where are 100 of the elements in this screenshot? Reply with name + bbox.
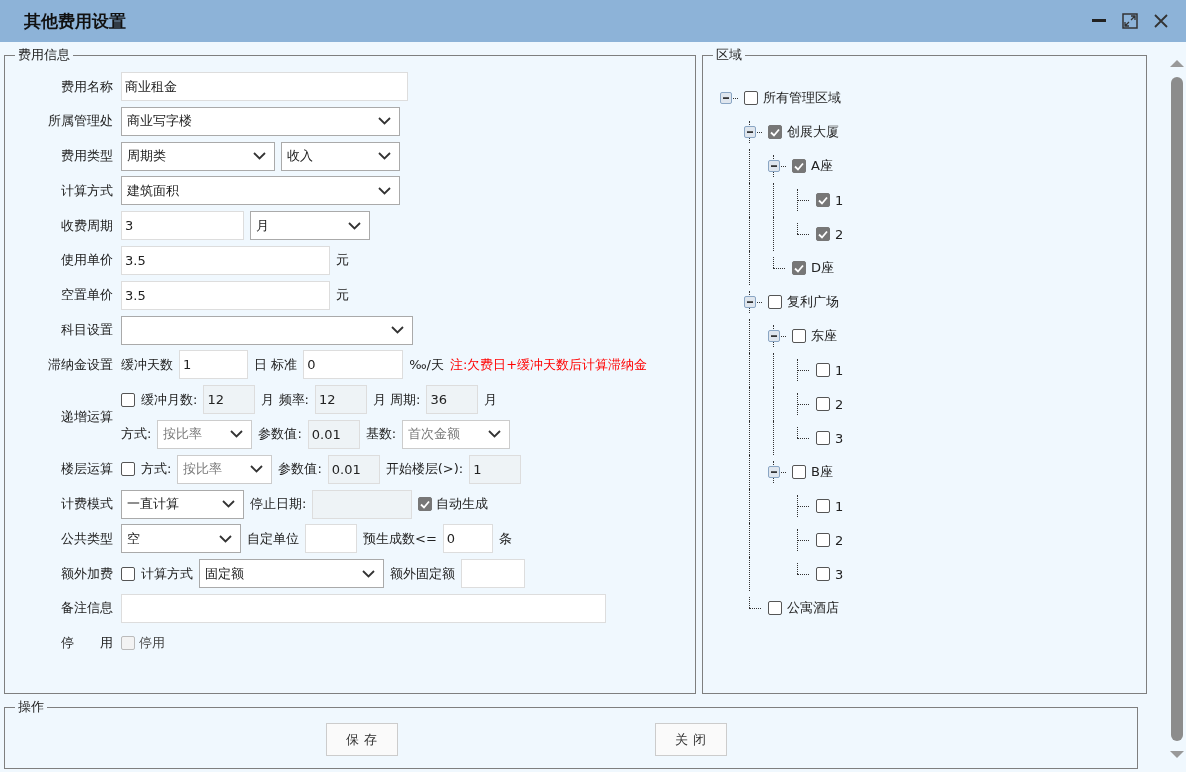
check-icon xyxy=(794,263,804,273)
chevron-down-icon xyxy=(391,326,404,335)
check-icon xyxy=(794,161,804,171)
action-button[interactable]: 保 存 xyxy=(325,723,398,756)
field-label: 备注信息 xyxy=(60,599,113,618)
input-field[interactable] xyxy=(461,559,525,589)
window-title: 其他费用设置 xyxy=(24,9,126,33)
input-field[interactable]: 3.5 xyxy=(121,280,330,310)
field-text: 条 xyxy=(498,529,512,548)
tree-item[interactable]: 2 xyxy=(816,396,844,412)
tree-item[interactable]: 1 xyxy=(816,498,844,514)
field-text: 额外固定额 xyxy=(390,564,455,583)
field-label: 停 用 xyxy=(60,634,113,653)
input-field[interactable]: 3 xyxy=(121,211,244,241)
field-label: 收费周期 xyxy=(60,216,113,235)
dropdown[interactable]: 收入 xyxy=(281,141,400,171)
tree-item[interactable]: D座 xyxy=(792,259,834,277)
scroll-down-icon[interactable] xyxy=(1170,751,1184,759)
tree-item[interactable]: 公寓酒店 xyxy=(768,599,839,617)
checkbox[interactable]: 自动生成 xyxy=(418,495,489,514)
field-text: 月 周期: xyxy=(372,390,421,409)
field-label: 滞纳金设置 xyxy=(47,355,113,374)
field-text: 开始楼层(>): xyxy=(385,460,464,479)
action-button[interactable]: 关 闭 xyxy=(654,723,727,756)
collapse-icon[interactable] xyxy=(744,296,756,308)
input-field[interactable]: 商业租金 xyxy=(121,72,408,101)
input-field[interactable] xyxy=(121,593,606,623)
dropdown[interactable]: 一直计算 xyxy=(121,489,244,519)
minimize-icon[interactable] xyxy=(1092,19,1106,23)
dropdown[interactable]: 空 xyxy=(121,524,241,554)
tree-item[interactable]: 1 xyxy=(816,362,844,378)
field-label: 计算方式 xyxy=(60,181,113,200)
field-text: 元 xyxy=(336,251,349,270)
check-icon xyxy=(818,229,828,239)
checkbox[interactable] xyxy=(121,566,135,581)
collapse-icon[interactable] xyxy=(744,126,756,138)
field-label: 公共类型 xyxy=(60,529,113,548)
input-field[interactable]: 1 xyxy=(179,350,248,380)
field-text: 停止日期: xyxy=(250,495,307,514)
maximize-icon[interactable] xyxy=(1122,13,1138,29)
field-text: 月 频率: xyxy=(261,390,309,409)
field-label: 空置单价 xyxy=(60,286,113,305)
panel-legend: 区域 xyxy=(713,47,745,63)
chevron-down-icon xyxy=(378,117,391,126)
tree-item[interactable]: 3 xyxy=(816,430,844,446)
field-text: 参数值: xyxy=(278,460,322,479)
field-text: 月 xyxy=(484,390,498,409)
dropdown[interactable]: 固定额 xyxy=(199,559,384,589)
close-icon[interactable] xyxy=(1154,14,1168,28)
scrollbar-thumb[interactable] xyxy=(1171,77,1183,741)
tree-item[interactable]: 东座 xyxy=(792,327,837,345)
collapse-icon[interactable] xyxy=(768,466,780,478)
scroll-up-icon[interactable] xyxy=(1170,59,1184,67)
field-text: 方式: xyxy=(141,460,172,479)
dropdown[interactable]: 建筑面积 xyxy=(121,176,400,206)
field-text: 预生成数<= xyxy=(363,529,437,548)
dropdown[interactable]: 商业写字楼 xyxy=(121,106,400,136)
field-label: 额外加费 xyxy=(60,564,113,583)
field-label: 楼层运算 xyxy=(60,460,113,479)
tree-item[interactable]: A座 xyxy=(792,157,833,175)
chevron-down-icon xyxy=(378,152,391,161)
tree-item[interactable]: 所有管理区域 xyxy=(744,89,841,107)
field-label: 费用名称 xyxy=(60,77,113,96)
input-field[interactable]: 0 xyxy=(442,524,493,554)
checkbox[interactable] xyxy=(121,392,135,407)
input-field[interactable]: 0 xyxy=(303,350,404,380)
panel-legend: 操作 xyxy=(15,699,47,715)
collapse-icon[interactable] xyxy=(768,330,780,342)
tree-item[interactable]: B座 xyxy=(792,463,833,481)
chevron-down-icon xyxy=(362,569,375,578)
checkbox[interactable] xyxy=(121,462,135,477)
dropdown[interactable]: 周期类 xyxy=(121,141,275,171)
tree-item[interactable]: 3 xyxy=(816,566,844,582)
field-text: 基数: xyxy=(365,425,397,444)
check-icon xyxy=(770,127,780,137)
chevron-down-icon xyxy=(378,186,391,195)
field-text: 缓冲月数: xyxy=(141,390,198,409)
dropdown[interactable]: 月 xyxy=(250,211,370,241)
field-label: 费用类型 xyxy=(60,147,113,166)
chevron-down-icon xyxy=(219,534,232,543)
field-text: 自定单位 xyxy=(247,529,299,548)
tree-item[interactable]: 复利广场 xyxy=(768,293,839,311)
tree-item[interactable]: 2 xyxy=(816,226,844,242)
input-field[interactable] xyxy=(305,524,357,554)
panel-legend: 费用信息 xyxy=(15,47,73,63)
input-field[interactable]: 3.5 xyxy=(121,246,330,275)
field-label: 使用单价 xyxy=(60,251,113,270)
check-icon xyxy=(818,195,828,205)
collapse-icon[interactable] xyxy=(768,160,780,172)
field-label: 计费模式 xyxy=(60,495,113,514)
tree-item[interactable]: 2 xyxy=(816,532,844,548)
tree-item[interactable]: 1 xyxy=(816,192,844,208)
check-icon xyxy=(420,499,431,509)
collapse-icon[interactable] xyxy=(720,92,732,104)
field-label: 递增运算 xyxy=(60,408,113,427)
field-label: 科目设置 xyxy=(60,321,113,340)
chevron-down-icon xyxy=(253,152,266,161)
field-text: 计算方式 xyxy=(141,564,193,583)
tree-item[interactable]: 创展大厦 xyxy=(768,123,839,141)
chevron-down-icon xyxy=(250,465,264,474)
